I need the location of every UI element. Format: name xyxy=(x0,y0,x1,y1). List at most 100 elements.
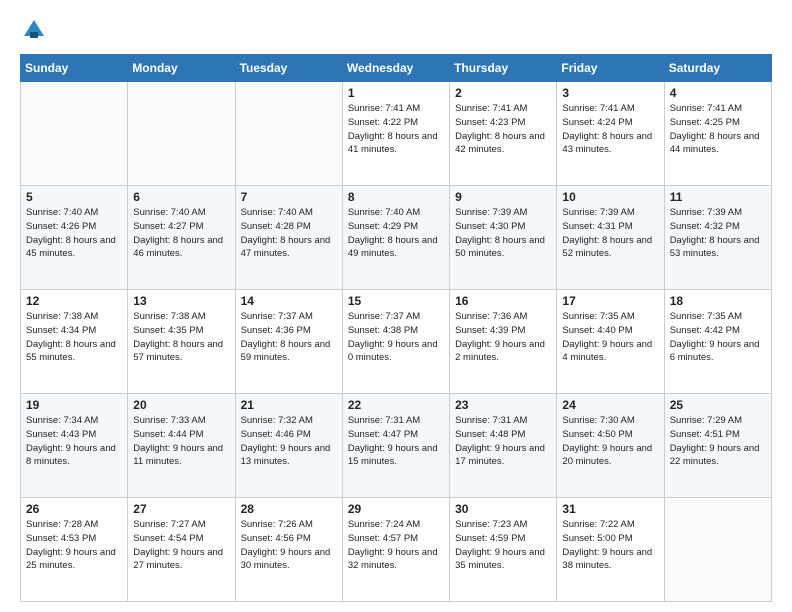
day-number: 11 xyxy=(670,190,766,204)
day-info: Sunrise: 7:34 AMSunset: 4:43 PMDaylight:… xyxy=(26,414,122,469)
day-info: Sunrise: 7:36 AMSunset: 4:39 PMDaylight:… xyxy=(455,310,551,365)
day-number: 29 xyxy=(348,502,444,516)
calendar-week-row: 12 Sunrise: 7:38 AMSunset: 4:34 PMDayligh… xyxy=(21,290,772,394)
day-number: 18 xyxy=(670,294,766,308)
weekday-header: Thursday xyxy=(450,55,557,82)
weekday-header: Tuesday xyxy=(235,55,342,82)
day-info: Sunrise: 7:38 AMSunset: 4:34 PMDaylight:… xyxy=(26,310,122,365)
calendar-cell: 28Sunrise: 7:26 AMSunset: 4:56 PMDayligh… xyxy=(235,498,342,602)
day-info: Sunrise: 7:35 AMSunset: 4:40 PMDaylight:… xyxy=(562,310,658,365)
day-info: Sunrise: 7:38 AMSunset: 4:35 PMDaylight:… xyxy=(133,310,229,365)
day-info: Sunrise: 7:23 AMSunset: 4:59 PMDaylight:… xyxy=(455,518,551,573)
calendar-cell: 17Sunrise: 7:35 AMSunset: 4:40 PMDayligh… xyxy=(557,290,664,394)
calendar-body: 1 Sunrise: 7:41 AMSunset: 4:22 PMDaylight… xyxy=(21,82,772,602)
day-info: Sunrise: 7:35 AMSunset: 4:42 PMDaylight:… xyxy=(670,310,766,365)
weekday-row: SundayMondayTuesdayWednesdayThursdayFrid… xyxy=(21,55,772,82)
day-info: Sunrise: 7:37 AMSunset: 4:38 PMDaylight:… xyxy=(348,310,444,365)
calendar-week-row: 26 Sunrise: 7:28 AMSunset: 4:53 PMDayligh… xyxy=(21,498,772,602)
day-info: Sunrise: 7:41 AMSunset: 4:22 PMDaylight:… xyxy=(348,102,444,157)
day-number: 25 xyxy=(670,398,766,412)
weekday-header: Friday xyxy=(557,55,664,82)
calendar-table: SundayMondayTuesdayWednesdayThursdayFrid… xyxy=(20,54,772,602)
day-number: 8 xyxy=(348,190,444,204)
day-number: 30 xyxy=(455,502,551,516)
day-number: 21 xyxy=(241,398,337,412)
day-info: Sunrise: 7:41 AMSunset: 4:24 PMDaylight:… xyxy=(562,102,658,157)
day-info: Sunrise: 7:32 AMSunset: 4:46 PMDaylight:… xyxy=(241,414,337,469)
calendar-cell: 31 Sunrise: 7:22 AMSunset: 5:00 PMDayligh… xyxy=(557,498,664,602)
day-info: Sunrise: 7:22 AMSunset: 5:00 PMDaylight:… xyxy=(562,518,658,573)
day-info: Sunrise: 7:40 AMSunset: 4:26 PMDaylight:… xyxy=(26,206,122,261)
day-info: Sunrise: 7:40 AMSunset: 4:27 PMDaylight:… xyxy=(133,206,229,261)
day-number: 6 xyxy=(133,190,229,204)
calendar-cell: 12 Sunrise: 7:38 AMSunset: 4:34 PMDayligh… xyxy=(21,290,128,394)
day-number: 24 xyxy=(562,398,658,412)
day-number: 16 xyxy=(455,294,551,308)
day-info: Sunrise: 7:27 AMSunset: 4:54 PMDaylight:… xyxy=(133,518,229,573)
day-info: Sunrise: 7:28 AMSunset: 4:53 PMDaylight:… xyxy=(26,518,122,573)
calendar-cell: 19 Sunrise: 7:34 AMSunset: 4:43 PMDayligh… xyxy=(21,394,128,498)
calendar-cell: 20Sunrise: 7:33 AMSunset: 4:44 PMDayligh… xyxy=(128,394,235,498)
day-number: 1 xyxy=(348,86,444,100)
calendar-cell: 10 Sunrise: 7:39 AMSunset: 4:31 PMDayligh… xyxy=(557,186,664,290)
calendar-cell: 30 Sunrise: 7:23 AMSunset: 4:59 PMDayligh… xyxy=(450,498,557,602)
calendar-cell: 27Sunrise: 7:27 AMSunset: 4:54 PMDayligh… xyxy=(128,498,235,602)
calendar-cell: 29 Sunrise: 7:24 AMSunset: 4:57 PMDayligh… xyxy=(342,498,449,602)
weekday-header: Wednesday xyxy=(342,55,449,82)
day-number: 10 xyxy=(562,190,658,204)
calendar-cell: 8Sunrise: 7:40 AMSunset: 4:29 PMDaylight… xyxy=(342,186,449,290)
day-number: 22 xyxy=(348,398,444,412)
calendar-header: SundayMondayTuesdayWednesdayThursdayFrid… xyxy=(21,55,772,82)
calendar-cell: 4Sunrise: 7:41 AMSunset: 4:25 PMDaylight… xyxy=(664,82,771,186)
calendar-cell: 14Sunrise: 7:37 AMSunset: 4:36 PMDayligh… xyxy=(235,290,342,394)
logo xyxy=(20,16,52,44)
calendar-cell xyxy=(664,498,771,602)
calendar-cell: 1 Sunrise: 7:41 AMSunset: 4:22 PMDaylight… xyxy=(342,82,449,186)
calendar-cell: 6 Sunrise: 7:40 AMSunset: 4:27 PMDaylight… xyxy=(128,186,235,290)
day-info: Sunrise: 7:29 AMSunset: 4:51 PMDaylight:… xyxy=(670,414,766,469)
calendar-cell: 2Sunrise: 7:41 AMSunset: 4:23 PMDaylight… xyxy=(450,82,557,186)
day-number: 15 xyxy=(348,294,444,308)
weekday-header: Monday xyxy=(128,55,235,82)
calendar-cell xyxy=(21,82,128,186)
day-number: 19 xyxy=(26,398,122,412)
calendar-cell: 11Sunrise: 7:39 AMSunset: 4:32 PMDayligh… xyxy=(664,186,771,290)
header xyxy=(20,16,772,44)
day-info: Sunrise: 7:30 AMSunset: 4:50 PMDaylight:… xyxy=(562,414,658,469)
calendar-cell: 16 Sunrise: 7:36 AMSunset: 4:39 PMDayligh… xyxy=(450,290,557,394)
calendar-cell: 18 Sunrise: 7:35 AMSunset: 4:42 PMDayligh… xyxy=(664,290,771,394)
logo-icon xyxy=(20,16,48,44)
day-info: Sunrise: 7:24 AMSunset: 4:57 PMDaylight:… xyxy=(348,518,444,573)
calendar-cell: 25 Sunrise: 7:29 AMSunset: 4:51 PMDayligh… xyxy=(664,394,771,498)
day-number: 4 xyxy=(670,86,766,100)
calendar-week-row: 1 Sunrise: 7:41 AMSunset: 4:22 PMDaylight… xyxy=(21,82,772,186)
calendar-cell: 22Sunrise: 7:31 AMSunset: 4:47 PMDayligh… xyxy=(342,394,449,498)
calendar-cell: 26 Sunrise: 7:28 AMSunset: 4:53 PMDayligh… xyxy=(21,498,128,602)
day-number: 13 xyxy=(133,294,229,308)
day-number: 23 xyxy=(455,398,551,412)
calendar-cell: 23 Sunrise: 7:31 AMSunset: 4:48 PMDayligh… xyxy=(450,394,557,498)
day-number: 7 xyxy=(241,190,337,204)
weekday-header: Sunday xyxy=(21,55,128,82)
day-info: Sunrise: 7:31 AMSunset: 4:48 PMDaylight:… xyxy=(455,414,551,469)
day-info: Sunrise: 7:39 AMSunset: 4:30 PMDaylight:… xyxy=(455,206,551,261)
day-info: Sunrise: 7:39 AMSunset: 4:31 PMDaylight:… xyxy=(562,206,658,261)
calendar-cell: 21 Sunrise: 7:32 AMSunset: 4:46 PMDayligh… xyxy=(235,394,342,498)
weekday-header: Saturday xyxy=(664,55,771,82)
day-number: 9 xyxy=(455,190,551,204)
calendar-cell: 15 Sunrise: 7:37 AMSunset: 4:38 PMDayligh… xyxy=(342,290,449,394)
calendar-cell: 9 Sunrise: 7:39 AMSunset: 4:30 PMDaylight… xyxy=(450,186,557,290)
day-number: 28 xyxy=(241,502,337,516)
day-number: 5 xyxy=(26,190,122,204)
calendar-cell xyxy=(235,82,342,186)
calendar-cell: 24 Sunrise: 7:30 AMSunset: 4:50 PMDayligh… xyxy=(557,394,664,498)
day-number: 14 xyxy=(241,294,337,308)
day-info: Sunrise: 7:40 AMSunset: 4:28 PMDaylight:… xyxy=(241,206,337,261)
day-number: 26 xyxy=(26,502,122,516)
day-number: 12 xyxy=(26,294,122,308)
calendar-cell: 13 Sunrise: 7:38 AMSunset: 4:35 PMDayligh… xyxy=(128,290,235,394)
day-number: 20 xyxy=(133,398,229,412)
day-number: 3 xyxy=(562,86,658,100)
day-number: 31 xyxy=(562,502,658,516)
day-info: Sunrise: 7:41 AMSunset: 4:23 PMDaylight:… xyxy=(455,102,551,157)
